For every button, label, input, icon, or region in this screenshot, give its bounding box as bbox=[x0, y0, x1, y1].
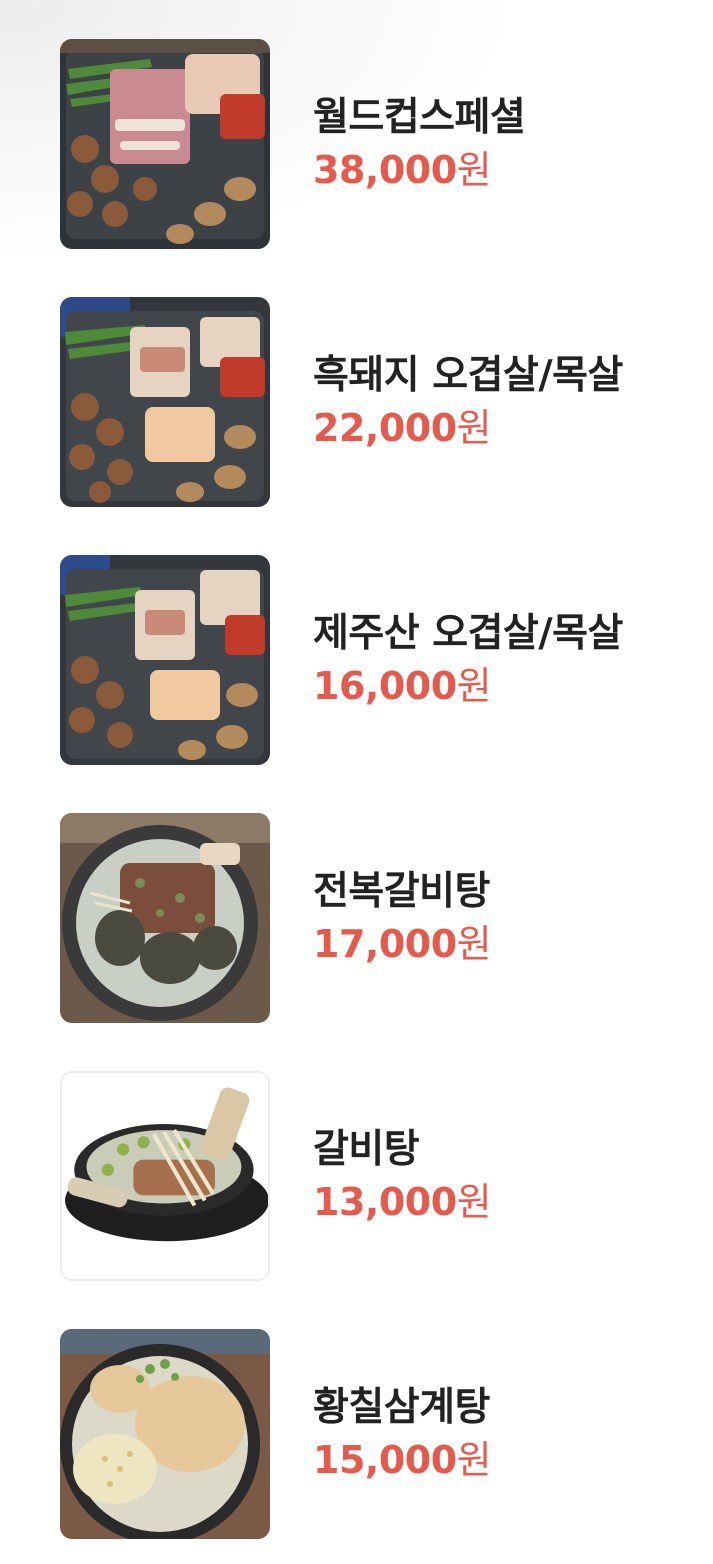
menu-item-photo bbox=[60, 297, 270, 507]
menu-item-price: 13,000원 bbox=[313, 1180, 492, 1224]
menu-item-name: 제주산 오겹살/목살 bbox=[313, 611, 623, 656]
menu-item[interactable]: 흑돼지 오겹살/목살 22,000원 bbox=[60, 297, 700, 507]
menu-item-name: 흑돼지 오겹살/목살 bbox=[313, 353, 623, 398]
menu-item-name: 전복갈비탕 bbox=[313, 869, 490, 914]
menu-item[interactable]: 제주산 오겹살/목살 16,000원 bbox=[60, 555, 700, 765]
menu-item-price: 17,000원 bbox=[313, 922, 492, 966]
menu-item-photo bbox=[60, 39, 270, 249]
menu-item-photo bbox=[60, 813, 270, 1023]
menu-item-photo bbox=[60, 1071, 270, 1281]
menu-item[interactable]: 월드컵스페셜 38,000원 bbox=[60, 39, 700, 249]
menu-item-name: 월드컵스페셜 bbox=[313, 95, 526, 140]
menu-item[interactable]: 전복갈비탕 17,000원 bbox=[60, 813, 700, 1023]
menu-item-name: 황칠삼계탕 bbox=[313, 1385, 490, 1430]
menu-item[interactable]: 황칠삼계탕 15,000원 bbox=[60, 1329, 700, 1539]
menu-item-price: 16,000원 bbox=[313, 664, 492, 708]
menu-item-price: 15,000원 bbox=[313, 1438, 492, 1482]
menu-item-price: 22,000원 bbox=[313, 406, 492, 450]
menu-item-photo bbox=[60, 1329, 270, 1539]
menu-item-price: 38,000원 bbox=[313, 148, 492, 192]
menu-item[interactable]: 갈비탕 13,000원 bbox=[60, 1071, 700, 1281]
menu-item-name: 갈비탕 bbox=[313, 1127, 420, 1172]
menu-item-photo bbox=[60, 555, 270, 765]
